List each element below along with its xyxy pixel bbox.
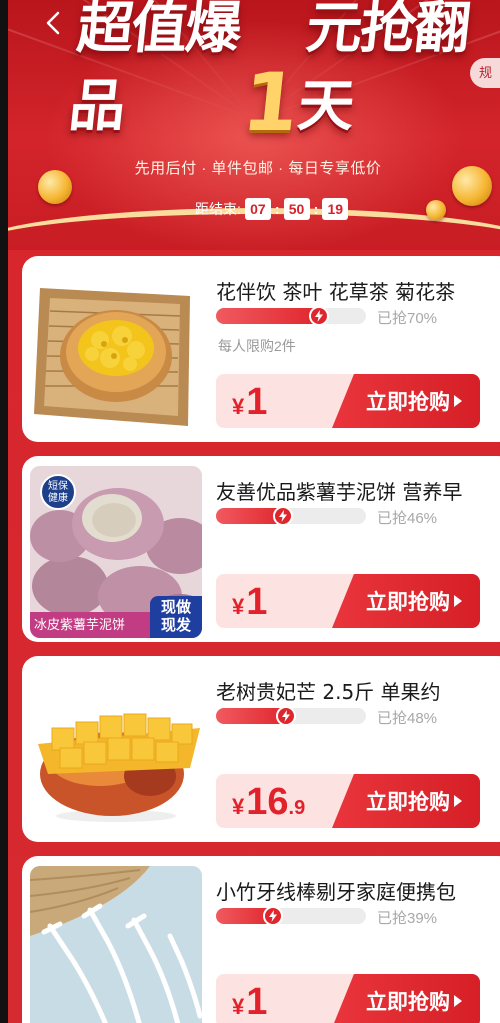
countdown-seconds: 19 — [322, 198, 349, 220]
play-arrow-icon — [454, 595, 462, 607]
play-arrow-icon — [454, 395, 462, 407]
screen-edge — [0, 0, 8, 1023]
lightning-icon — [263, 906, 283, 926]
buy-bar: ¥ 16 .9 立即抢购 — [216, 774, 480, 828]
flash-sale-page: 超值爆品 1 元抢翻天 规 先用后付 · 单件包邮 · 每日专享低价 距结束: … — [0, 0, 500, 1023]
currency-symbol: ¥ — [232, 794, 245, 819]
product-title[interactable]: 老树贵妃芒 2.5斤 单果约 — [216, 676, 500, 705]
product-image-taro-cake[interactable]: 短保 健康 冰皮紫薯芋泥饼 现做 现发 — [30, 466, 202, 638]
image-caption: 冰皮紫薯芋泥饼 — [30, 612, 150, 638]
countdown-minutes: 50 — [283, 198, 310, 220]
sold-progress-bar — [216, 506, 366, 526]
sold-progress-fill — [216, 308, 321, 324]
currency-symbol: ¥ — [232, 394, 245, 419]
lightning-icon — [276, 706, 296, 726]
play-arrow-icon — [454, 795, 462, 807]
headline-number: 1 — [238, 56, 302, 149]
price-integer: 1 — [246, 981, 268, 1023]
product-image-mango[interactable] — [30, 666, 202, 838]
sold-percentage: 已抢46% — [377, 510, 438, 527]
sold-percentage: 已抢48% — [377, 710, 438, 727]
buy-now-button[interactable]: 立即抢购 — [332, 974, 480, 1023]
countdown-separator: : — [313, 201, 319, 217]
countdown-hours: 07 — [244, 198, 271, 220]
buy-now-button[interactable]: 立即抢购 — [332, 574, 480, 628]
buy-bar: ¥ 1 立即抢购 — [216, 374, 480, 428]
chevron-left-icon — [46, 11, 60, 35]
sold-progress-bar — [216, 706, 366, 726]
buy-now-label: 立即抢购 — [366, 590, 450, 614]
buy-now-label: 立即抢购 — [366, 790, 450, 814]
product-title[interactable]: 小竹牙线棒剔牙家庭便携包 — [216, 876, 500, 905]
price: ¥ 1 — [232, 574, 267, 628]
currency-symbol: ¥ — [232, 594, 245, 619]
product-card[interactable]: 短保 健康 冰皮紫薯芋泥饼 现做 现发 友善优品紫薯芋泥饼 营养早 已抢46% … — [22, 456, 500, 642]
product-title[interactable]: 花伴饮 茶叶 花草茶 菊花茶 — [216, 276, 500, 305]
lightning-icon — [309, 306, 329, 326]
banner-headline: 超值爆品 1 元抢翻天 — [65, 0, 474, 149]
product-image-floss-picks[interactable] — [30, 866, 202, 1023]
sold-progress-bar — [216, 906, 366, 926]
play-arrow-icon — [454, 995, 462, 1007]
buy-bar: ¥ 1 立即抢购 — [216, 574, 480, 628]
price-decimal: .9 — [288, 797, 306, 819]
product-card[interactable]: 花伴饮 茶叶 花草茶 菊花茶 已抢70% 每人限购2件 ¥ 1 立即抢购 — [22, 256, 500, 442]
hero-banner: 超值爆品 1 元抢翻天 规 先用后付 · 单件包邮 · 每日专享低价 距结束: … — [8, 0, 500, 250]
price-integer: 1 — [246, 381, 268, 423]
buy-now-label: 立即抢购 — [366, 390, 450, 414]
coin-decoration — [426, 200, 446, 220]
short-shelf-life-badge: 短保 健康 — [40, 474, 76, 510]
headline-text-a: 超值爆品 — [66, 0, 244, 139]
buy-now-label: 立即抢购 — [366, 990, 450, 1014]
price: ¥ 1 — [232, 974, 267, 1023]
product-image-chrysanthemum-tea[interactable] — [30, 266, 202, 438]
tag-line-1: 现做 — [160, 599, 191, 616]
badge-line-1: 短保 — [48, 481, 68, 492]
price: ¥ 1 — [232, 374, 267, 428]
price-integer: 1 — [246, 581, 268, 623]
tag-line-2: 现发 — [160, 617, 191, 634]
price-integer: 16 — [246, 781, 289, 823]
headline-text-b: 元抢翻天 — [294, 0, 472, 139]
back-button[interactable] — [38, 8, 68, 38]
countdown-separator: : — [274, 201, 280, 217]
rules-tab[interactable]: 规 — [470, 58, 500, 88]
countdown-label: 距结束: — [195, 201, 241, 217]
product-title[interactable]: 友善优品紫薯芋泥饼 营养早 — [216, 476, 500, 505]
lightning-icon — [273, 506, 293, 526]
sold-percentage: 已抢39% — [377, 910, 438, 927]
badge-line-2: 健康 — [48, 493, 68, 504]
sold-percentage: 已抢70% — [377, 310, 438, 327]
fresh-made-tag: 现做 现发 — [150, 596, 202, 638]
buy-now-button[interactable]: 立即抢购 — [332, 374, 480, 428]
buy-bar: ¥ 1 立即抢购 — [216, 974, 480, 1023]
purchase-limit: 每人限购2件 — [218, 338, 296, 354]
product-card[interactable]: 小竹牙线棒剔牙家庭便携包 已抢39% ¥ 1 立即抢购 — [22, 856, 500, 1023]
countdown-timer: 距结束: 07 : 50 : 19 — [195, 197, 349, 221]
sold-progress-bar — [216, 306, 366, 326]
price: ¥ 16 .9 — [232, 774, 305, 828]
currency-symbol: ¥ — [232, 994, 245, 1019]
product-card[interactable]: 老树贵妃芒 2.5斤 单果约 已抢48% ¥ 16 .9 立即抢购 — [22, 656, 500, 842]
banner-subtitle: 先用后付 · 单件包邮 · 每日专享低价 — [134, 160, 382, 177]
buy-now-button[interactable]: 立即抢购 — [332, 774, 480, 828]
